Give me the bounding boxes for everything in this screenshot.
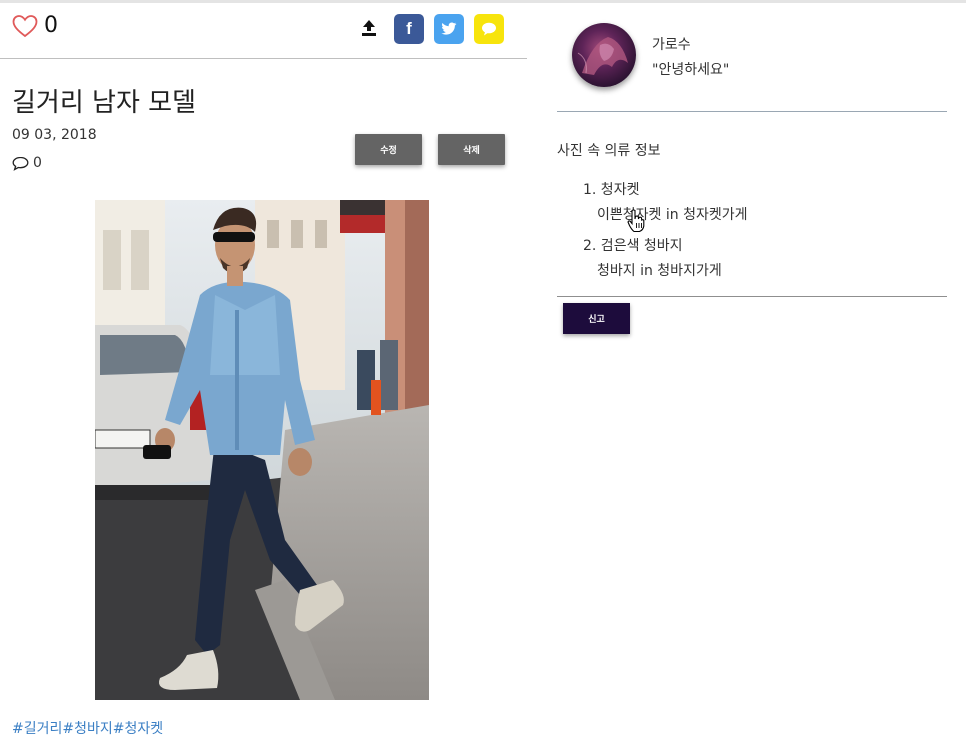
comment-count-value: 0 [33, 155, 42, 171]
post-photo [95, 200, 429, 700]
clothing-item-name: 1. 청자켓 [583, 182, 640, 198]
comment-count[interactable]: 0 [12, 155, 42, 171]
twitter-icon [441, 22, 457, 35]
clothing-item-link[interactable]: 청바지 in 청바지가게 [597, 260, 722, 280]
profile-divider [557, 111, 947, 112]
like-count: 0 [44, 13, 58, 38]
share-upload-icon[interactable] [360, 18, 378, 38]
clothing-item-name: 2. 검은색 청바지 [583, 238, 683, 254]
avatar-illustration [577, 37, 628, 75]
comment-icon [12, 156, 29, 171]
heart-icon[interactable] [12, 14, 38, 38]
edit-button[interactable]: 수정 [355, 134, 422, 165]
twitter-share-button[interactable] [434, 14, 464, 44]
post-date: 09 03, 2018 [12, 127, 97, 143]
clothing-item-link[interactable]: 이쁜청자켓 in 청자켓가게 [597, 204, 747, 224]
like-area: 0 [12, 14, 58, 38]
clothing-info-title: 사진 속 의류 정보 [557, 143, 661, 159]
profile-name[interactable]: 가로수 [652, 34, 691, 54]
clothing-divider [557, 296, 947, 297]
top-border [0, 0, 966, 3]
hashtags[interactable]: #길거리#청바지#청자켓 [12, 718, 163, 738]
post-title: 길거리 남자 모델 [12, 88, 196, 118]
kakao-icon [482, 22, 496, 36]
avatar[interactable] [572, 23, 636, 87]
report-button[interactable]: 신고 [563, 303, 630, 334]
facebook-share-button[interactable]: f [394, 14, 424, 44]
hand-cursor-icon [627, 209, 645, 233]
facebook-icon: f [406, 19, 412, 38]
profile-status: "안녕하세요" [652, 62, 730, 78]
kakao-share-button[interactable] [474, 14, 504, 44]
delete-button[interactable]: 삭제 [438, 134, 505, 165]
header-divider [0, 58, 527, 59]
